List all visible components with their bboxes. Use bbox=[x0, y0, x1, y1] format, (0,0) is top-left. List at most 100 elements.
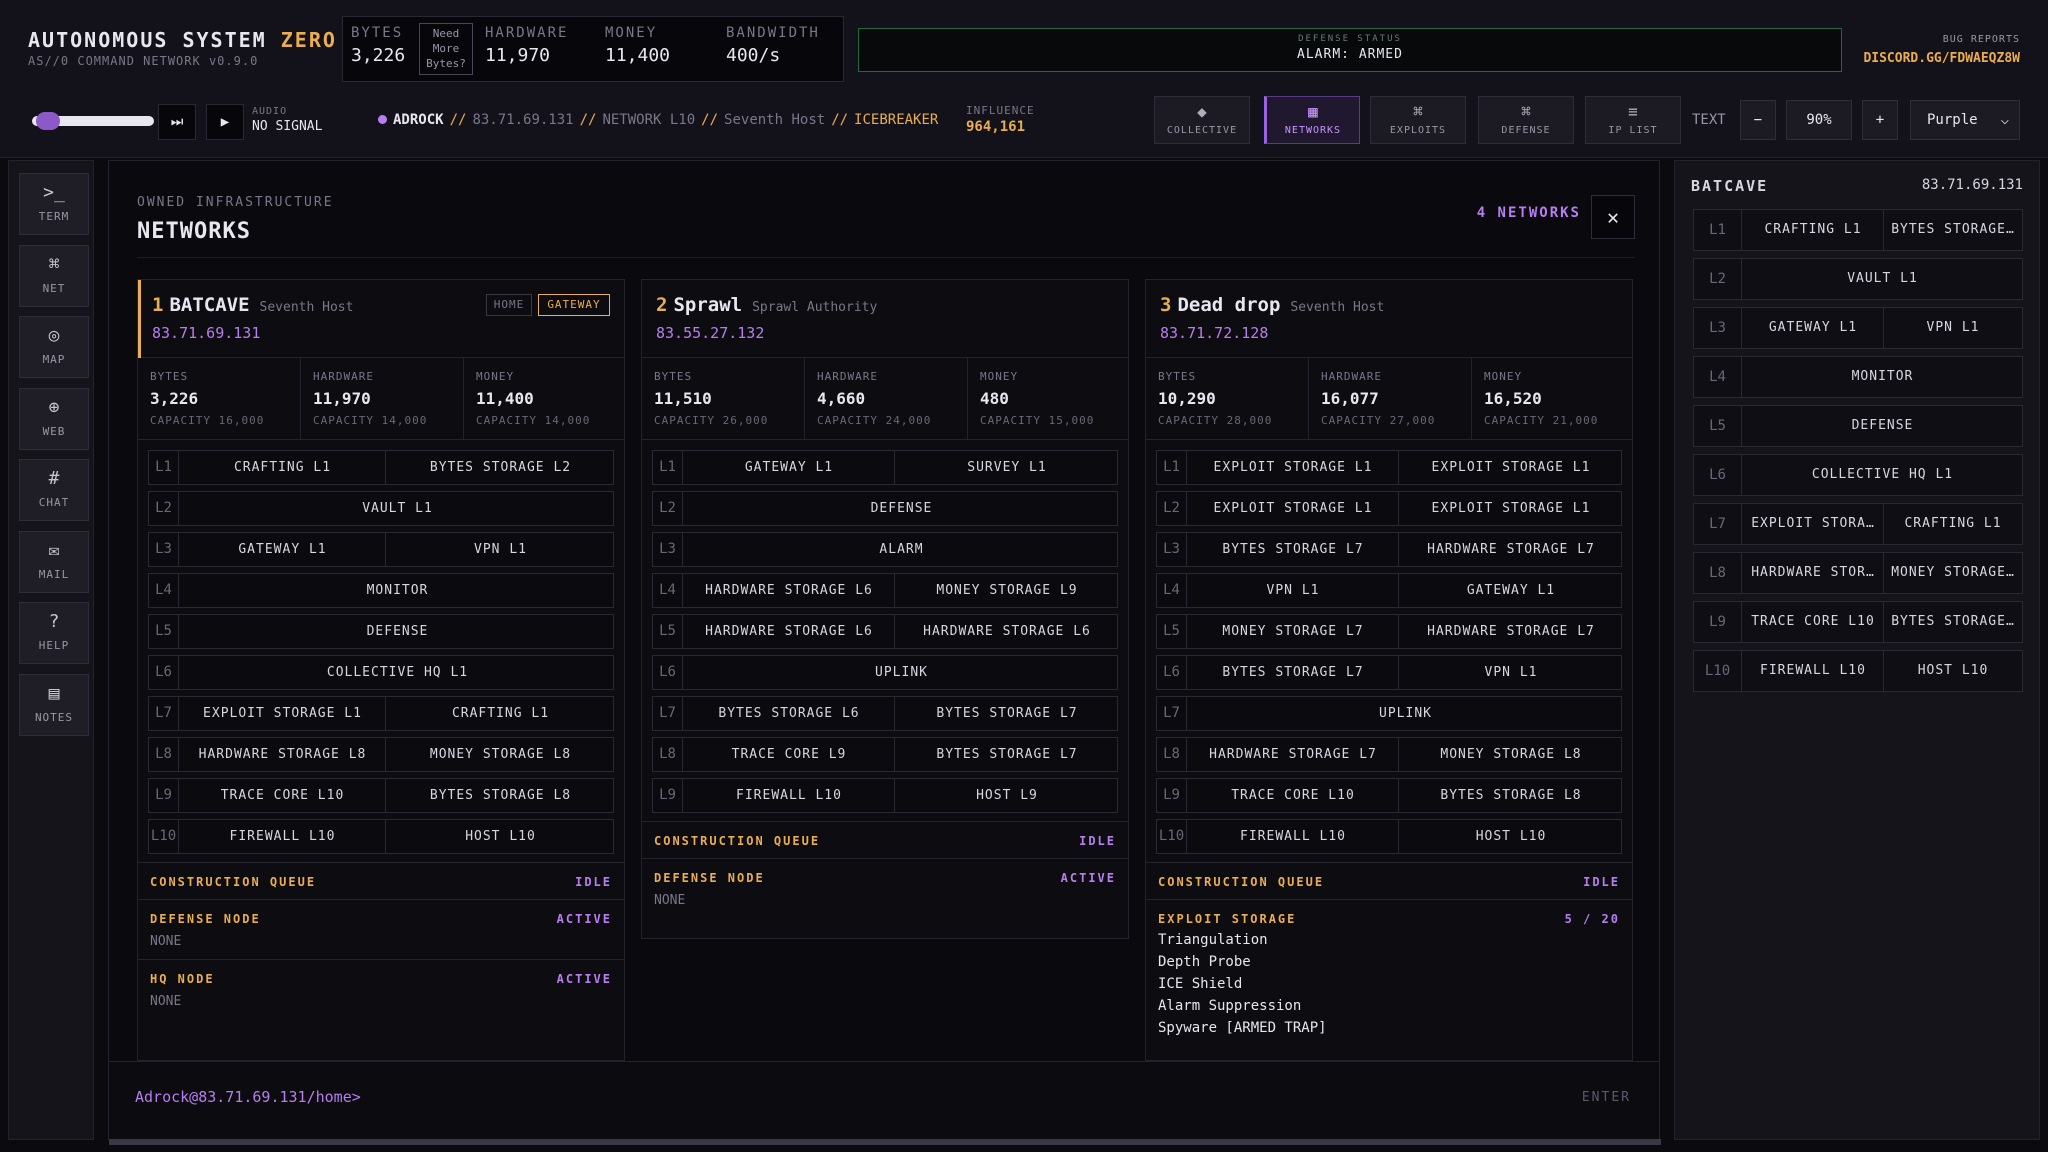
layer-slot[interactable]: SURVEY L1 bbox=[894, 451, 1119, 484]
layer-slot[interactable]: DEFENSE bbox=[180, 615, 615, 648]
text-increase-button[interactable]: + bbox=[1862, 100, 1898, 140]
sidebar-item-web[interactable]: ⊕ WEB bbox=[19, 388, 89, 450]
layer-slot[interactable]: TRACE CORE L9 bbox=[684, 738, 894, 771]
layer-slot[interactable]: VPN L1 bbox=[1398, 656, 1623, 689]
layer-slot[interactable]: CRAFTING L1 bbox=[1883, 504, 2022, 544]
layer-slot[interactable]: HARDWARE STORAGE L6 bbox=[684, 574, 894, 607]
skip-button[interactable]: ⏭ bbox=[158, 104, 196, 140]
breadcrumb-ip[interactable]: 83.71.69.131 bbox=[472, 112, 573, 128]
layer-slot[interactable]: VPN L1 bbox=[1188, 574, 1398, 607]
command-input[interactable]: Adrock@83.71.69.131/home> bbox=[135, 1088, 361, 1106]
layer-slot[interactable]: VAULT L1 bbox=[1743, 259, 2022, 299]
layer-slot[interactable]: MONEY STORAGE L8 bbox=[1398, 738, 1623, 771]
breadcrumb-tool[interactable]: ICEBREAKER bbox=[854, 112, 938, 128]
layer-slot[interactable]: HOST L9 bbox=[894, 779, 1119, 812]
nav-exploits-button[interactable]: ⌘ EXPLOITS bbox=[1370, 96, 1466, 144]
layer-slot[interactable]: MONEY STORAGE L9 bbox=[894, 574, 1119, 607]
layer-slot[interactable]: HARDWARE STORAGE L6 bbox=[894, 615, 1119, 648]
layer-slot[interactable]: GATEWAY L1 bbox=[684, 451, 894, 484]
layer-slot[interactable]: BYTES STORAGE L7 bbox=[1188, 533, 1398, 566]
layer-slot[interactable]: BYTES STORAGE L8 bbox=[1398, 779, 1623, 812]
layer-slot[interactable]: FIREWALL L10 bbox=[1743, 651, 1883, 691]
layer-slot[interactable]: BYTES STORAGE L8 bbox=[385, 779, 615, 812]
layer-slot[interactable]: HOST L10 bbox=[1883, 651, 2022, 691]
layer-slot[interactable]: BYTES STORAGE L7 bbox=[1188, 656, 1398, 689]
layer-slot[interactable]: TRACE CORE L10 bbox=[1188, 779, 1398, 812]
sidebar-item-term[interactable]: >_ TERM bbox=[19, 173, 89, 235]
nav-ip-list-button[interactable]: ≡ IP LIST bbox=[1585, 96, 1681, 144]
layer-slot[interactable]: COLLECTIVE HQ L1 bbox=[180, 656, 615, 689]
layer-slot[interactable]: EXPLOIT STORAGE L1 bbox=[1188, 492, 1398, 525]
close-button[interactable]: ✕ bbox=[1591, 195, 1635, 239]
horizontal-scrollbar[interactable] bbox=[109, 1139, 1661, 1145]
network-name[interactable]: Sprawl bbox=[673, 294, 742, 316]
layer-slot[interactable]: HARDWARE STORAGE L6 bbox=[684, 615, 894, 648]
layer-slot[interactable]: EXPLOIT STORAGE L1 bbox=[180, 697, 385, 730]
layer-slot[interactable]: BYTES STORAGE L6 bbox=[684, 697, 894, 730]
layer-slot[interactable]: GATEWAY L1 bbox=[1743, 308, 1883, 348]
layer-slot[interactable]: EXPLOIT STORAGE L1 bbox=[1398, 492, 1623, 525]
layer-slot[interactable]: DEFENSE bbox=[684, 492, 1119, 525]
layer-slot[interactable]: MONEY STORAGE L8 bbox=[385, 738, 615, 771]
layer-slot[interactable]: ALARM bbox=[684, 533, 1119, 566]
layer-slot[interactable]: HOST L10 bbox=[385, 820, 615, 853]
layer-slot[interactable]: HOST L10 bbox=[1398, 820, 1623, 853]
layer-slot[interactable]: FIREWALL L10 bbox=[1188, 820, 1398, 853]
layer-slot[interactable]: VPN L1 bbox=[385, 533, 615, 566]
exploit-item[interactable]: Depth Probe bbox=[1158, 954, 1620, 970]
layer-slot[interactable]: MONEY STORAGE L7 bbox=[1188, 615, 1398, 648]
layer-slot[interactable]: BYTES STORAGE L7 bbox=[894, 697, 1119, 730]
layer-slot[interactable]: COLLECTIVE HQ L1 bbox=[1743, 455, 2022, 495]
enter-button[interactable]: ENTER bbox=[1582, 1090, 1631, 1105]
layer-slot[interactable]: CRAFTING L1 bbox=[180, 451, 385, 484]
exploit-item[interactable]: Alarm Suppression bbox=[1158, 998, 1620, 1014]
layer-slot[interactable]: BYTES STORAGE… bbox=[1883, 602, 2022, 642]
need-more-bytes-button[interactable]: Need More Bytes? bbox=[419, 23, 473, 75]
layer-slot[interactable]: MONEY STORAGE… bbox=[1883, 553, 2022, 593]
nav-defense-button[interactable]: ⌘ DEFENSE bbox=[1478, 96, 1574, 144]
sidebar-item-chat[interactable]: # CHAT bbox=[19, 459, 89, 521]
exploit-item[interactable]: ICE Shield bbox=[1158, 976, 1620, 992]
exploit-item[interactable]: Spyware [ARMED TRAP] bbox=[1158, 1020, 1620, 1036]
layer-slot[interactable]: MONITOR bbox=[1743, 357, 2022, 397]
layer-slot[interactable]: FIREWALL L10 bbox=[684, 779, 894, 812]
nav-collective-button[interactable]: ◆ COLLECTIVE bbox=[1154, 96, 1250, 144]
layer-slot[interactable]: BYTES STORAGE L2 bbox=[385, 451, 615, 484]
layer-slot[interactable]: EXPLOIT STORA… bbox=[1743, 504, 1883, 544]
breadcrumb-user[interactable]: ADROCK bbox=[393, 112, 444, 128]
layer-slot[interactable]: MONITOR bbox=[180, 574, 615, 607]
layer-slot[interactable]: CRAFTING L1 bbox=[385, 697, 615, 730]
text-decrease-button[interactable]: − bbox=[1740, 100, 1776, 140]
layer-slot[interactable]: UPLINK bbox=[1188, 697, 1623, 730]
layer-slot[interactable]: FIREWALL L10 bbox=[180, 820, 385, 853]
layer-slot[interactable]: HARDWARE STORAGE L8 bbox=[180, 738, 385, 771]
bug-reports-link[interactable]: DISCORD.GG/FDWAEQZ8W bbox=[1863, 51, 2020, 66]
layer-slot[interactable]: TRACE CORE L10 bbox=[1743, 602, 1883, 642]
sidebar-item-mail[interactable]: ✉ MAIL bbox=[19, 531, 89, 593]
layer-slot[interactable]: EXPLOIT STORAGE L1 bbox=[1188, 451, 1398, 484]
layer-slot[interactable]: BYTES STORAGE L7 bbox=[894, 738, 1119, 771]
layer-slot[interactable]: UPLINK bbox=[684, 656, 1119, 689]
layer-slot[interactable]: HARDWARE STORAGE L7 bbox=[1398, 615, 1623, 648]
layer-slot[interactable]: CRAFTING L1 bbox=[1743, 210, 1883, 250]
layer-slot[interactable]: EXPLOIT STORAGE L1 bbox=[1398, 451, 1623, 484]
layer-slot[interactable]: VAULT L1 bbox=[180, 492, 615, 525]
sidebar-item-notes[interactable]: ▤ NOTES bbox=[19, 674, 89, 736]
network-name[interactable]: BATCAVE bbox=[169, 294, 249, 316]
layer-slot[interactable]: GATEWAY L1 bbox=[180, 533, 385, 566]
sidebar-item-help[interactable]: ? HELP bbox=[19, 602, 89, 664]
layer-slot[interactable]: TRACE CORE L10 bbox=[180, 779, 385, 812]
breadcrumb-network[interactable]: NETWORK L10 bbox=[602, 112, 695, 128]
layer-slot[interactable]: HARDWARE STORAGE L7 bbox=[1188, 738, 1398, 771]
play-button[interactable]: ▶ bbox=[206, 104, 244, 140]
layer-slot[interactable]: HARDWARE STOR… bbox=[1743, 553, 1883, 593]
layer-slot[interactable]: DEFENSE bbox=[1743, 406, 2022, 446]
nav-networks-button[interactable]: ▦ NETWORKS bbox=[1264, 96, 1360, 144]
layer-slot[interactable]: VPN L1 bbox=[1883, 308, 2022, 348]
sidebar-item-net[interactable]: ⌘ NET bbox=[19, 245, 89, 307]
layer-slot[interactable]: BYTES STORAGE… bbox=[1883, 210, 2022, 250]
sidebar-item-map[interactable]: ◎ MAP bbox=[19, 316, 89, 378]
theme-select[interactable]: Purple ⌵ bbox=[1910, 100, 2020, 140]
volume-slider-handle[interactable] bbox=[36, 112, 60, 130]
layer-slot[interactable]: GATEWAY L1 bbox=[1398, 574, 1623, 607]
